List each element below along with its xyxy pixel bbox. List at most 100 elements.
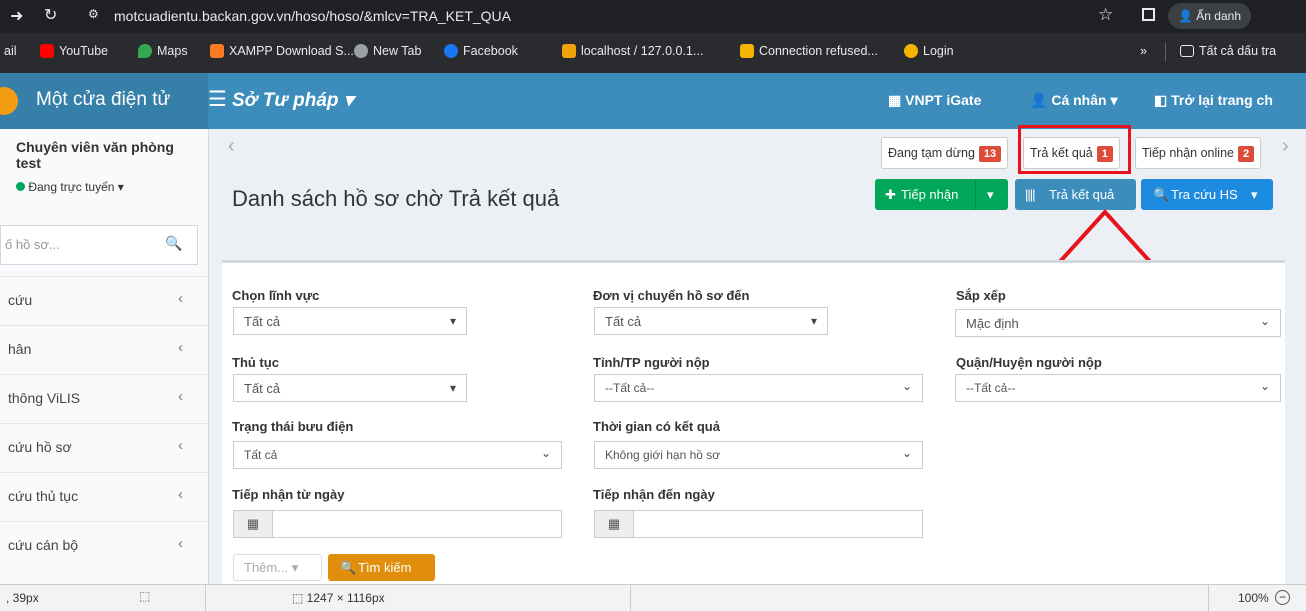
incognito-badge[interactable]: 👤 Ẩn danh	[1168, 3, 1251, 29]
select-value: Tất cả	[244, 314, 281, 329]
sidebar-item-1[interactable]: hân ‹	[0, 325, 208, 374]
sidebar-item-5[interactable]: cứu cán bộ ‹	[0, 521, 208, 570]
star-icon[interactable]: ☆	[1098, 5, 1113, 25]
back-arrow-icon[interactable]: ➜	[10, 6, 23, 26]
from-date-input[interactable]	[272, 510, 562, 538]
search-input[interactable]: ố hồ sơ...	[5, 237, 60, 252]
procedure-select[interactable]: Tất cả ▾	[233, 374, 467, 402]
reload-icon[interactable]: ↻	[44, 5, 57, 25]
xampp-icon	[210, 44, 224, 58]
bookmark-label: Login	[923, 44, 954, 58]
return-label: Trả kết quả	[1049, 187, 1115, 202]
bookmark-youtube[interactable]: YouTube	[40, 44, 108, 58]
bookmark-connection[interactable]: Connection refused...	[740, 44, 878, 58]
select-element-icon[interactable]: ⬚	[139, 589, 150, 603]
login-icon	[904, 44, 918, 58]
tab-paused[interactable]: Đang tạm dừng 13	[881, 137, 1009, 169]
app-logo-bar[interactable]: Một cửa điện tử	[0, 73, 208, 129]
online-dot-icon	[16, 182, 25, 191]
divider	[1208, 585, 1209, 611]
sidebar-item-label: hân	[8, 341, 32, 357]
user-icon: 👤	[1030, 92, 1052, 108]
bookmarks-more[interactable]: »	[1140, 44, 1147, 58]
select-value: --Tất cả--	[605, 381, 655, 395]
chevron-down-icon: ⌄	[901, 446, 912, 460]
incognito-icon: 👤	[1178, 9, 1197, 23]
district-select[interactable]: --Tất cả-- ⌄	[955, 374, 1281, 402]
sidebar-item-0[interactable]: cứu ‹	[0, 276, 208, 325]
site-settings-icon[interactable]: ⚙	[88, 7, 99, 21]
select-value: --Tất cả--	[966, 381, 1016, 395]
sidebar-item-2[interactable]: thông ViLIS ‹	[0, 374, 208, 423]
sort-label: Sắp xếp	[956, 288, 1006, 303]
select-value: Tất cả	[244, 448, 278, 462]
result-time-label: Thời gian có kết quả	[593, 419, 720, 434]
sidebar: Chuyên viên văn phòng test Đang trực tuy…	[0, 129, 209, 584]
select-value: Không giới hạn hồ sơ	[605, 448, 721, 462]
sidebar-item-3[interactable]: cứu hồ sơ ‹	[0, 423, 208, 472]
chevron-left-icon: ‹	[178, 388, 183, 405]
to-date-field[interactable]: ▦	[594, 510, 923, 538]
bookmark-label: Facebook	[463, 44, 518, 58]
user-name: Chuyên viên văn phòng test	[16, 139, 174, 171]
tabs-scroll-right-icon[interactable]: ›	[1282, 135, 1289, 158]
bookmark-label: XAMPP Download S...	[229, 44, 354, 58]
search-button[interactable]: 🔍 Tìm kiếm	[328, 554, 435, 581]
menu-toggle-icon[interactable]: ☰	[208, 87, 227, 112]
chevron-down-icon: ⌄	[901, 379, 912, 393]
user-status[interactable]: Đang trực tuyến ▾	[16, 180, 124, 194]
personal-dropdown[interactable]: 👤 Cá nhân ▾	[1030, 92, 1117, 109]
tab-online[interactable]: Tiếp nhận online 2	[1135, 137, 1262, 169]
bookmark-facebook[interactable]: Facebook	[444, 44, 518, 58]
sidepanel-icon[interactable]	[1142, 8, 1155, 21]
field-label: Chọn lĩnh vực	[232, 288, 320, 303]
sidebar-item-4[interactable]: cứu thủ tục ‹	[0, 472, 208, 521]
unit-select[interactable]: Tất cả ▾	[594, 307, 828, 335]
highlight-box	[1018, 125, 1131, 174]
bookmark-maps[interactable]: Maps	[138, 44, 188, 58]
all-bookmarks[interactable]: Tất cả dấu tra	[1180, 44, 1276, 58]
lookup-button[interactable]: 🔍 Tra cứu HS ▾	[1141, 179, 1273, 210]
url-text[interactable]: motcuadientu.backan.gov.vn/hoso/hoso/&ml…	[114, 8, 511, 24]
post-status-label: Trạng thái bưu điện	[232, 419, 354, 434]
from-date-field[interactable]: ▦	[233, 510, 562, 538]
back-home-link[interactable]: ◧ Trở lại trang ch	[1154, 92, 1273, 109]
province-select[interactable]: --Tất cả-- ⌄	[594, 374, 923, 402]
all-bookmarks-label: Tất cả dấu tra	[1199, 44, 1277, 58]
chevron-down-icon: ⌄	[1259, 379, 1270, 393]
maps-icon	[138, 44, 152, 58]
grid-icon: ▦	[888, 92, 906, 108]
calendar-icon[interactable]: ▦	[594, 510, 634, 538]
chevron-left-icon: ‹	[178, 535, 183, 552]
search-icon: 🔍	[340, 560, 357, 575]
to-date-input[interactable]	[633, 510, 923, 538]
sort-select[interactable]: Mặc định ⌄	[955, 309, 1281, 337]
department-dropdown[interactable]: Sở Tư pháp ▾	[232, 89, 353, 112]
result-time-select[interactable]: Không giới hạn hồ sơ ⌄	[594, 441, 923, 469]
more-button[interactable]: Thêm... ▾	[233, 554, 322, 581]
sidebar-item-label: cứu hồ sơ	[8, 439, 72, 455]
divider	[205, 585, 206, 611]
bookmark-new-tab[interactable]: New Tab	[354, 44, 421, 58]
select-value: Tất cả	[605, 314, 642, 329]
receive-button[interactable]: ✚ Tiếp nhận ▾	[875, 179, 1008, 210]
field-select[interactable]: Tất cả ▾	[233, 307, 467, 335]
bookmark-localhost[interactable]: localhost / 127.0.0.1...	[562, 44, 703, 58]
bookmark-xampp[interactable]: XAMPP Download S...	[210, 44, 354, 58]
calendar-icon[interactable]: ▦	[233, 510, 273, 538]
bookmark-login[interactable]: Login	[904, 44, 954, 58]
zoom-out-icon[interactable]: −	[1275, 590, 1290, 605]
bookmark-gmail[interactable]: ail	[4, 44, 17, 58]
caret-down-icon: ▾	[449, 314, 456, 328]
sidebar-search[interactable]: ố hồ sơ... 🔍	[0, 225, 198, 265]
top-navbar: ☰ Sở Tư pháp ▾ ▦ VNPT iGate 👤 Cá nhân ▾ …	[208, 73, 1306, 129]
post-status-select[interactable]: Tất cả ⌄	[233, 441, 562, 469]
caret-down-icon[interactable]: ▾	[987, 179, 994, 210]
bolt-icon	[740, 44, 754, 58]
tabs-scroll-left-icon[interactable]: ‹	[228, 135, 235, 158]
vnpt-igate-link[interactable]: ▦ VNPT iGate	[888, 92, 981, 109]
return-result-button[interactable]: |||| Trả kết quả	[1015, 179, 1136, 210]
search-icon[interactable]: 🔍	[165, 235, 182, 252]
caret-down-icon: ▾	[810, 314, 817, 328]
count-badge: 13	[978, 146, 1002, 162]
